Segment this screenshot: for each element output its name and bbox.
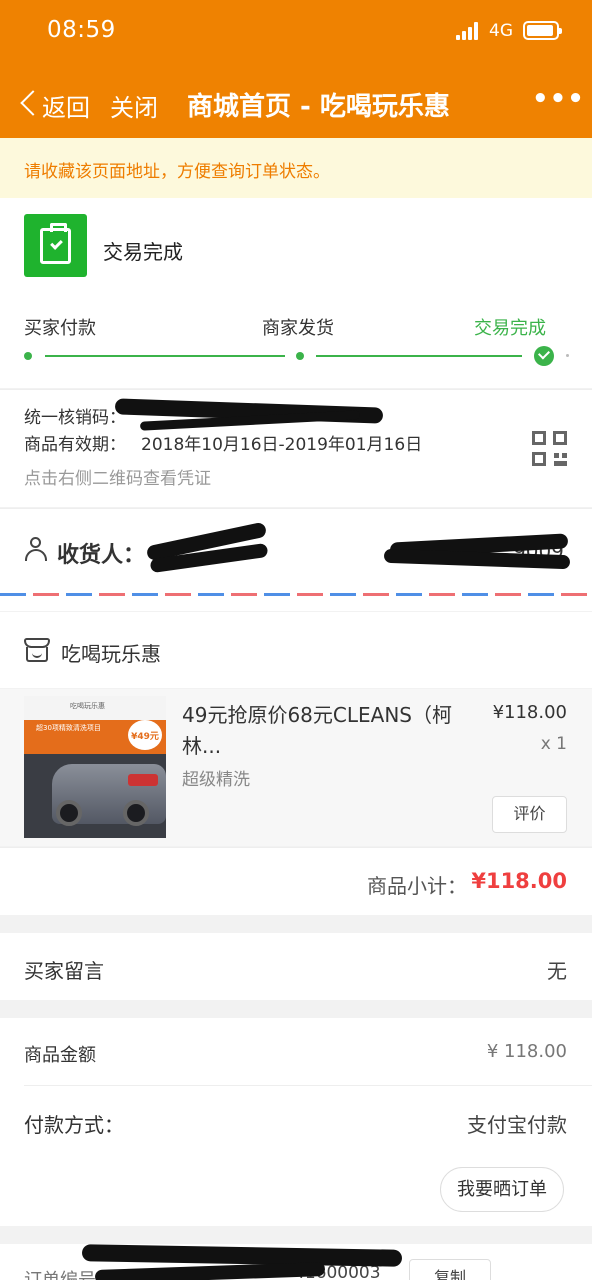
step-buyer-paid: 买家付款	[24, 318, 96, 339]
clipboard-check-icon	[24, 214, 87, 277]
battery-icon	[523, 21, 562, 40]
order-status-title: 交易完成	[103, 240, 183, 264]
status-bar: 08:59 4G	[0, 0, 592, 64]
row-divider	[24, 1085, 592, 1086]
thumbnail-logo-text: 吃喝玩乐惠	[70, 702, 105, 710]
order-status-card: 交易完成 买家付款 商家发货 交易完成	[0, 198, 592, 388]
thumbnail-price-tag: ¥49元	[128, 720, 162, 750]
network-label: 4G	[489, 21, 513, 41]
step-merchant-shipped: 商家发货	[262, 318, 334, 339]
share-order-button[interactable]: 我要晒订单	[440, 1167, 564, 1212]
voucher-hint: 点击右侧二维码查看凭证	[24, 469, 211, 489]
progress-line	[45, 355, 285, 357]
amount-value: ¥ 118.00	[486, 1041, 567, 1062]
airmail-border	[0, 593, 592, 596]
progress-dot	[296, 352, 304, 360]
product-quantity: x 1	[540, 734, 567, 754]
progress-dot	[24, 352, 32, 360]
product-spec: 超级精洗	[182, 770, 250, 790]
progress-line	[316, 355, 522, 357]
receiver-label: 收货人：	[57, 543, 146, 568]
product-thumbnail: 吃喝玩乐惠 超30项精致清洗项目 ¥49元	[24, 696, 166, 838]
qr-code-icon[interactable]	[532, 431, 567, 466]
validity-label: 商品有效期：	[24, 435, 126, 455]
redaction-scribble	[94, 1261, 326, 1280]
subtotal-label: 商品小计：	[367, 874, 467, 898]
close-button[interactable]: 关闭	[110, 88, 158, 123]
redaction-scribble	[81, 1244, 403, 1267]
check-circle-icon	[534, 346, 554, 366]
shop-name: 吃喝玩乐惠	[61, 642, 161, 666]
subtotal-row: 商品小计： ¥118.00	[0, 847, 592, 915]
product-item[interactable]: 吃喝玩乐惠 超30项精致清洗项目 ¥49元 49元抢原价68元CLEANS（柯林…	[0, 689, 592, 846]
navigation-bar: 返回 关闭 商城首页 - 吃喝玩乐惠 •••	[0, 80, 592, 130]
product-price: ¥118.00	[492, 702, 567, 723]
product-title[interactable]: 49元抢原价68元CLEANS（柯林...	[182, 700, 478, 762]
review-button[interactable]: 评价	[492, 796, 567, 833]
car-tail-light	[128, 774, 158, 786]
step-completed: 交易完成	[474, 318, 546, 339]
payment-card: 商品金额 ¥ 118.00 付款方式： 支付宝付款 我要晒订单	[0, 1018, 592, 1226]
payment-method-value: 支付宝付款	[467, 1113, 567, 1137]
buyer-message-value: 无	[547, 959, 567, 983]
signal-icon	[456, 22, 482, 40]
buyer-message-label: 买家留言	[24, 959, 104, 983]
more-icon[interactable]: •••	[532, 84, 585, 114]
car-wheel	[56, 800, 82, 826]
progress-end-dot	[566, 354, 569, 357]
payment-method-label: 付款方式：	[24, 1113, 124, 1137]
thumbnail-headline: 超30项精致清洗项目	[36, 724, 101, 732]
buyer-message-row: 买家留言 无	[0, 933, 592, 1000]
back-button[interactable]: 返回	[42, 88, 90, 123]
validity-value: 2018年10月16日-2019年01月16日	[141, 435, 423, 455]
bookmark-notice: 请收藏该页面地址，方便查询订单状态。	[0, 138, 592, 198]
page-title: 商城首页 - 吃喝玩乐惠	[187, 92, 450, 122]
user-icon	[24, 537, 48, 561]
voucher-card: 统一核销码： 商品有效期： 2018年10月16日-2019年01月16日 点击…	[0, 389, 592, 507]
subtotal-value: ¥118.00	[471, 869, 567, 893]
voucher-code-label: 统一核销码：	[24, 408, 126, 428]
car-wheel	[123, 800, 149, 826]
amount-label: 商品金额	[24, 1045, 96, 1066]
app-header: 08:59 4G 返回 关闭 商城首页 - 吃喝玩乐惠 •••	[0, 0, 592, 138]
copy-button[interactable]: 复制	[409, 1259, 491, 1280]
status-time: 08:59	[47, 17, 116, 43]
shop-icon	[24, 638, 50, 662]
order-number-row: 订单编号 41600003 复制	[0, 1244, 592, 1280]
shop-header[interactable]: 吃喝玩乐惠	[0, 612, 592, 688]
receiver-card: 收货人： 9009	[0, 508, 592, 611]
order-number-label: 订单编号	[24, 1266, 96, 1280]
